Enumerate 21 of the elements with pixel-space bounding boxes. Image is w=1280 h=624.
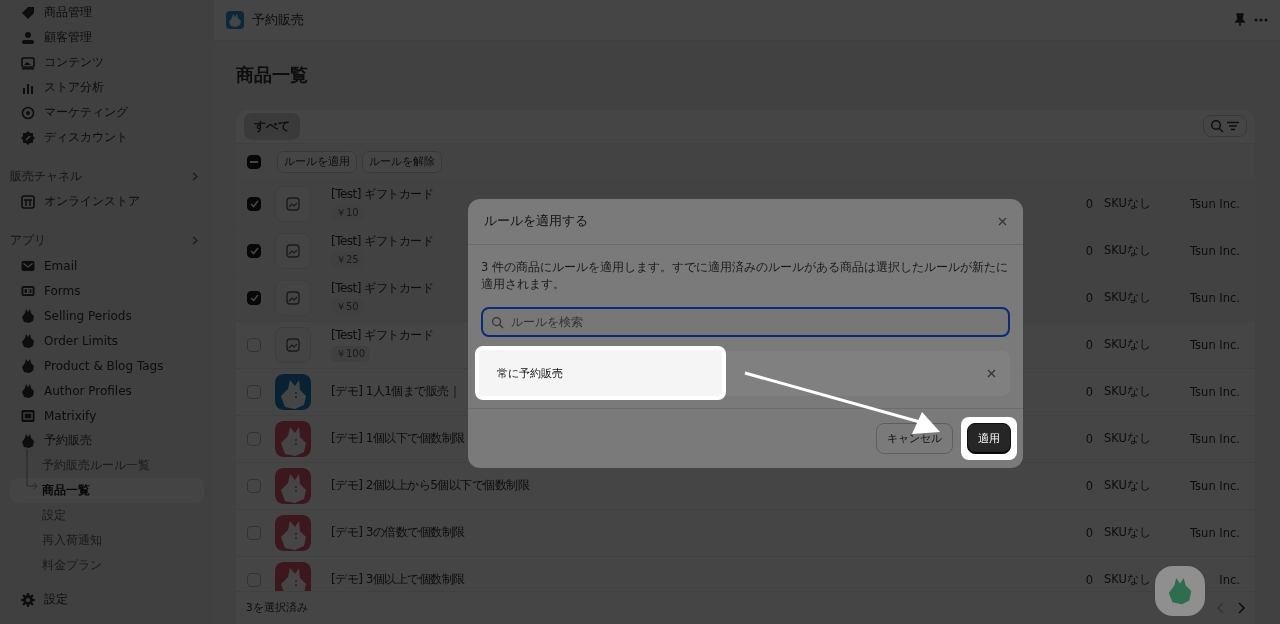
table-cell-text: Tsun Inc.: [1189, 478, 1240, 493]
cancel-button[interactable]: キャンセル: [876, 423, 953, 454]
table-cell-text: 0: [1084, 337, 1093, 352]
table-cell-text: 0: [1084, 384, 1093, 399]
table-cell-text: Tsun Inc.: [1189, 337, 1240, 352]
table-cell-text: Tsun Inc.: [1189, 384, 1240, 399]
chat-button[interactable]: [1155, 566, 1205, 616]
table-cell-text: 0: [1084, 478, 1093, 493]
table-cell-text: 0: [1084, 431, 1093, 446]
apply-button[interactable]: 適用: [967, 423, 1011, 454]
dialog-title: ルールを適用する: [484, 213, 588, 230]
table-cell-text: 0: [1084, 525, 1093, 540]
table-cell-text: Inc.: [1218, 572, 1240, 587]
table-cell-text: Tsun Inc.: [1189, 525, 1240, 540]
search-field[interactable]: ルールを検索: [481, 307, 1010, 337]
remove-icon[interactable]: [987, 369, 996, 378]
dialog-message: 3 件の商品にルールを適用します。すでに適用済みのルールがある商品は選択したルールが新たに適用されます。: [481, 259, 1009, 293]
table-cell-text: 0: [1084, 572, 1093, 587]
search-icon: [491, 316, 504, 329]
close-icon[interactable]: [998, 217, 1007, 226]
table-cell-text: Tsun Inc.: [1189, 431, 1240, 446]
